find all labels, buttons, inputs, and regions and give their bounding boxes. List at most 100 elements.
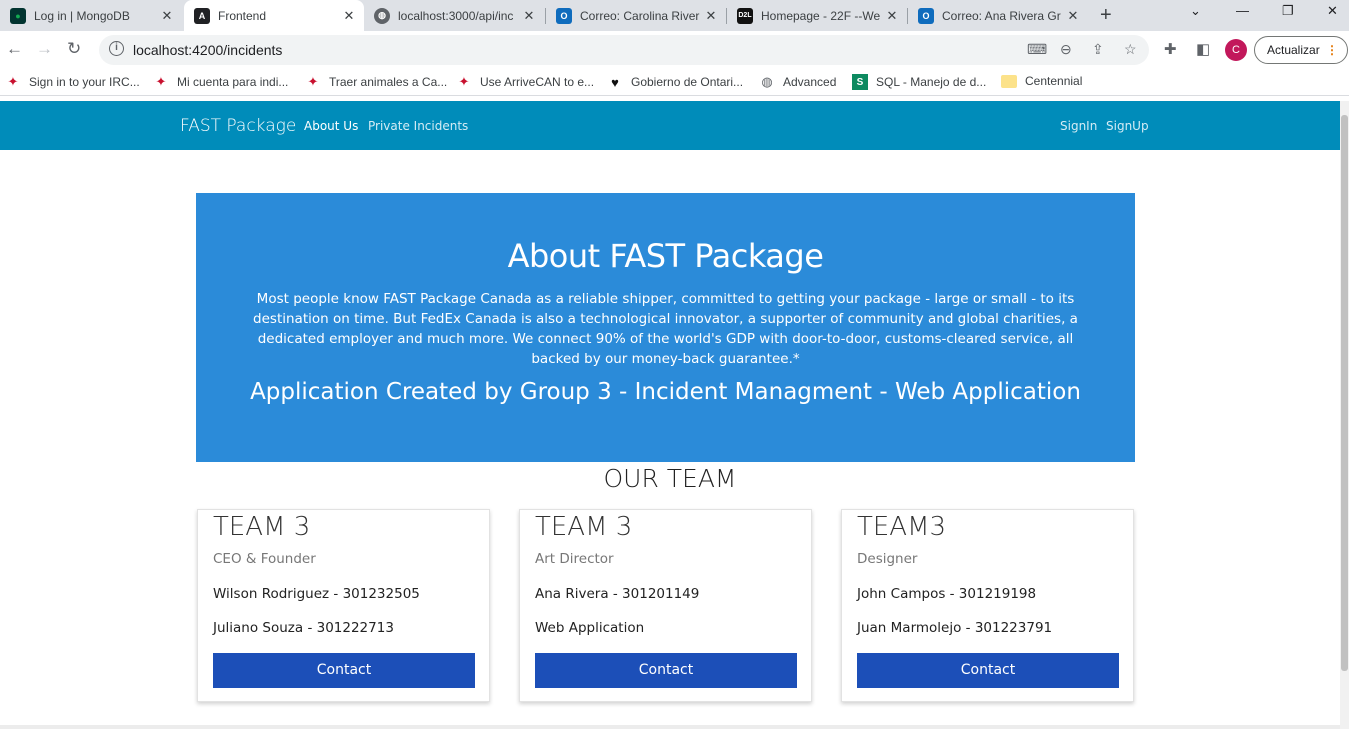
url-text[interactable]: localhost:4200/incidents bbox=[133, 42, 282, 58]
nav-link-signin[interactable]: SignIn bbox=[1060, 119, 1097, 133]
close-icon[interactable]: ✕ bbox=[340, 8, 358, 24]
site-info-icon[interactable]: i bbox=[109, 41, 124, 56]
contact-button[interactable]: Contact bbox=[535, 653, 797, 688]
update-button[interactable]: Actualizar ⋮ bbox=[1254, 36, 1348, 64]
bookmark-label: Advanced bbox=[783, 75, 837, 89]
team-card-title: TEAM3 bbox=[857, 512, 947, 542]
minimize-icon[interactable]: — bbox=[1236, 3, 1249, 18]
team-card-title: TEAM 3 bbox=[213, 512, 311, 542]
nav-link-signup[interactable]: SignUp bbox=[1106, 119, 1149, 133]
tab-search-chevron-icon[interactable]: ⌄ bbox=[1190, 3, 1201, 19]
team-card-role: Art Director bbox=[535, 551, 614, 567]
bookmark-item[interactable]: ✦ Use ArriveCAN to e... bbox=[456, 74, 595, 90]
hero-description: Most people know FAST Package Canada as … bbox=[253, 291, 1078, 367]
sql-icon: S bbox=[852, 74, 868, 90]
nav-link-private-incidents[interactable]: Private Incidents bbox=[368, 119, 468, 133]
team-member-line: Web Application bbox=[535, 620, 645, 636]
page-viewport: FAST Package About Us Private Incidents … bbox=[0, 101, 1340, 729]
tab-title: Log in | MongoDB bbox=[34, 8, 130, 23]
tab-title: Homepage - 22F --We bbox=[761, 8, 881, 23]
bookmark-item[interactable]: ◍ Advanced bbox=[759, 74, 836, 90]
bookmark-item[interactable]: ♥ Gobierno de Ontari... bbox=[607, 74, 743, 90]
close-icon[interactable]: ✕ bbox=[883, 8, 901, 24]
tab-title: Correo: Carolina River bbox=[580, 8, 700, 23]
team-card-role: Designer bbox=[857, 551, 918, 567]
tab-title: Correo: Ana Rivera Gr bbox=[942, 8, 1061, 23]
maple-leaf-icon: ✦ bbox=[155, 74, 167, 89]
contact-button[interactable]: Contact bbox=[213, 653, 475, 688]
maple-leaf-icon: ✦ bbox=[307, 74, 319, 89]
new-tab-icon[interactable]: + bbox=[1100, 4, 1112, 27]
bookmark-item[interactable]: S SQL - Manejo de d... bbox=[852, 74, 986, 90]
zoom-icon[interactable]: ⊖ bbox=[1060, 41, 1072, 58]
nav-link-about-us[interactable]: About Us bbox=[304, 119, 358, 133]
team-member-line: Juan Marmolejo - 301223791 bbox=[857, 620, 1053, 636]
browser-tab-active[interactable]: A Frontend ✕ bbox=[184, 0, 364, 31]
scrollbar-thumb[interactable] bbox=[1341, 115, 1348, 671]
bookmark-item[interactable]: Centennial bbox=[1001, 74, 1082, 88]
bookmark-item[interactable]: ✦ Sign in to your IRC... bbox=[5, 74, 140, 90]
team-member-line: John Campos - 301219198 bbox=[857, 586, 1037, 602]
reload-icon[interactable]: ↻ bbox=[67, 39, 81, 59]
folder-icon bbox=[1001, 74, 1017, 88]
team-member-line: Ana Rivera - 301201149 bbox=[535, 586, 700, 602]
globe-icon: ◍ bbox=[374, 7, 390, 24]
site-brand[interactable]: FAST Package bbox=[180, 116, 296, 136]
translate-icon[interactable]: ⌨ bbox=[1027, 41, 1047, 58]
browser-toolbar: ← → ↻ i localhost:4200/incidents ⌨ ⊖ ⇪ ☆… bbox=[0, 31, 1349, 69]
bookmarks-bar: ✦ Sign in to your IRC... ✦ Mi cuenta para … bbox=[0, 69, 1349, 96]
outlook-icon: O bbox=[556, 7, 572, 24]
team-card-role: CEO & Founder bbox=[213, 551, 316, 567]
browser-tab[interactable]: ◍ localhost:3000/api/inc ✕ bbox=[364, 0, 544, 31]
browser-tab[interactable]: ● Log in | MongoDB ✕ bbox=[0, 0, 182, 31]
forward-arrow-icon[interactable]: → bbox=[36, 39, 53, 59]
bookmark-label: Mi cuenta para indi... bbox=[177, 75, 289, 89]
team-card: TEAM 3 Art Director Ana Rivera - 3012011… bbox=[519, 509, 812, 702]
maple-leaf-icon: ✦ bbox=[458, 74, 470, 89]
mongodb-leaf-icon: ● bbox=[10, 7, 26, 24]
maple-leaf-icon: ✦ bbox=[7, 74, 19, 89]
team-card: TEAM 3 CEO & Founder Wilson Rodriguez - … bbox=[197, 509, 490, 702]
address-bar[interactable]: i localhost:4200/incidents ⌨ ⊖ ⇪ ☆ bbox=[99, 35, 1149, 65]
browser-tab[interactable]: D2L Homepage - 22F --We ✕ bbox=[727, 0, 907, 31]
bookmark-label: Use ArriveCAN to e... bbox=[480, 75, 595, 89]
bookmark-item[interactable]: ✦ Traer animales a Ca... bbox=[305, 74, 448, 90]
d2l-icon: D2L bbox=[737, 7, 753, 24]
bookmark-item[interactable]: ✦ Mi cuenta para indi... bbox=[153, 74, 289, 90]
horizontal-scrollbar[interactable] bbox=[0, 725, 1340, 729]
close-icon[interactable]: ✕ bbox=[158, 8, 176, 24]
close-icon[interactable]: ✕ bbox=[702, 8, 720, 24]
outlook-icon: O bbox=[918, 7, 934, 24]
bookmark-label: SQL - Manejo de d... bbox=[876, 75, 987, 89]
close-icon[interactable]: ✕ bbox=[520, 8, 538, 24]
team-card-title: TEAM 3 bbox=[535, 512, 633, 542]
restore-icon[interactable]: ❐ bbox=[1282, 3, 1294, 19]
team-member-line: Wilson Rodriguez - 301232505 bbox=[213, 586, 420, 602]
about-hero-banner: About FAST Package Most people know FAST… bbox=[196, 193, 1135, 462]
browser-tab[interactable]: O Correo: Carolina River ✕ bbox=[546, 0, 726, 31]
bookmark-label: Centennial bbox=[1025, 74, 1083, 88]
browser-tab[interactable]: O Correo: Ana Rivera Gr ✕ bbox=[908, 0, 1088, 31]
back-arrow-icon[interactable]: ← bbox=[6, 39, 23, 59]
menu-dots-icon[interactable]: ⋮ bbox=[1326, 37, 1338, 63]
bookmark-star-icon[interactable]: ☆ bbox=[1124, 41, 1137, 58]
team-member-line: Juliano Souza - 301222713 bbox=[213, 620, 394, 636]
hero-title: About FAST Package bbox=[507, 237, 824, 275]
update-label: Actualizar bbox=[1267, 43, 1320, 57]
share-icon[interactable]: ⇪ bbox=[1092, 41, 1104, 58]
vertical-scrollbar[interactable] bbox=[1340, 101, 1349, 729]
tab-title: localhost:3000/api/inc bbox=[398, 8, 514, 23]
close-window-icon[interactable]: ✕ bbox=[1327, 3, 1338, 19]
angular-icon: A bbox=[194, 7, 210, 24]
team-heading: OUR TEAM bbox=[603, 464, 737, 493]
profile-avatar[interactable]: C bbox=[1225, 39, 1247, 61]
side-panel-icon[interactable]: ◧ bbox=[1196, 40, 1210, 58]
hero-subtitle: Application Created by Group 3 - Inciden… bbox=[250, 379, 1081, 405]
tab-title: Frontend bbox=[218, 8, 267, 23]
close-icon[interactable]: ✕ bbox=[1064, 8, 1082, 24]
contact-button[interactable]: Contact bbox=[857, 653, 1119, 688]
bookmark-label: Gobierno de Ontari... bbox=[631, 75, 744, 89]
extensions-puzzle-icon[interactable]: ✚ bbox=[1164, 40, 1177, 58]
browser-tab-strip: ● Log in | MongoDB ✕ A Frontend ✕ ◍ loca… bbox=[0, 0, 1349, 31]
globe-icon: ◍ bbox=[761, 74, 773, 89]
